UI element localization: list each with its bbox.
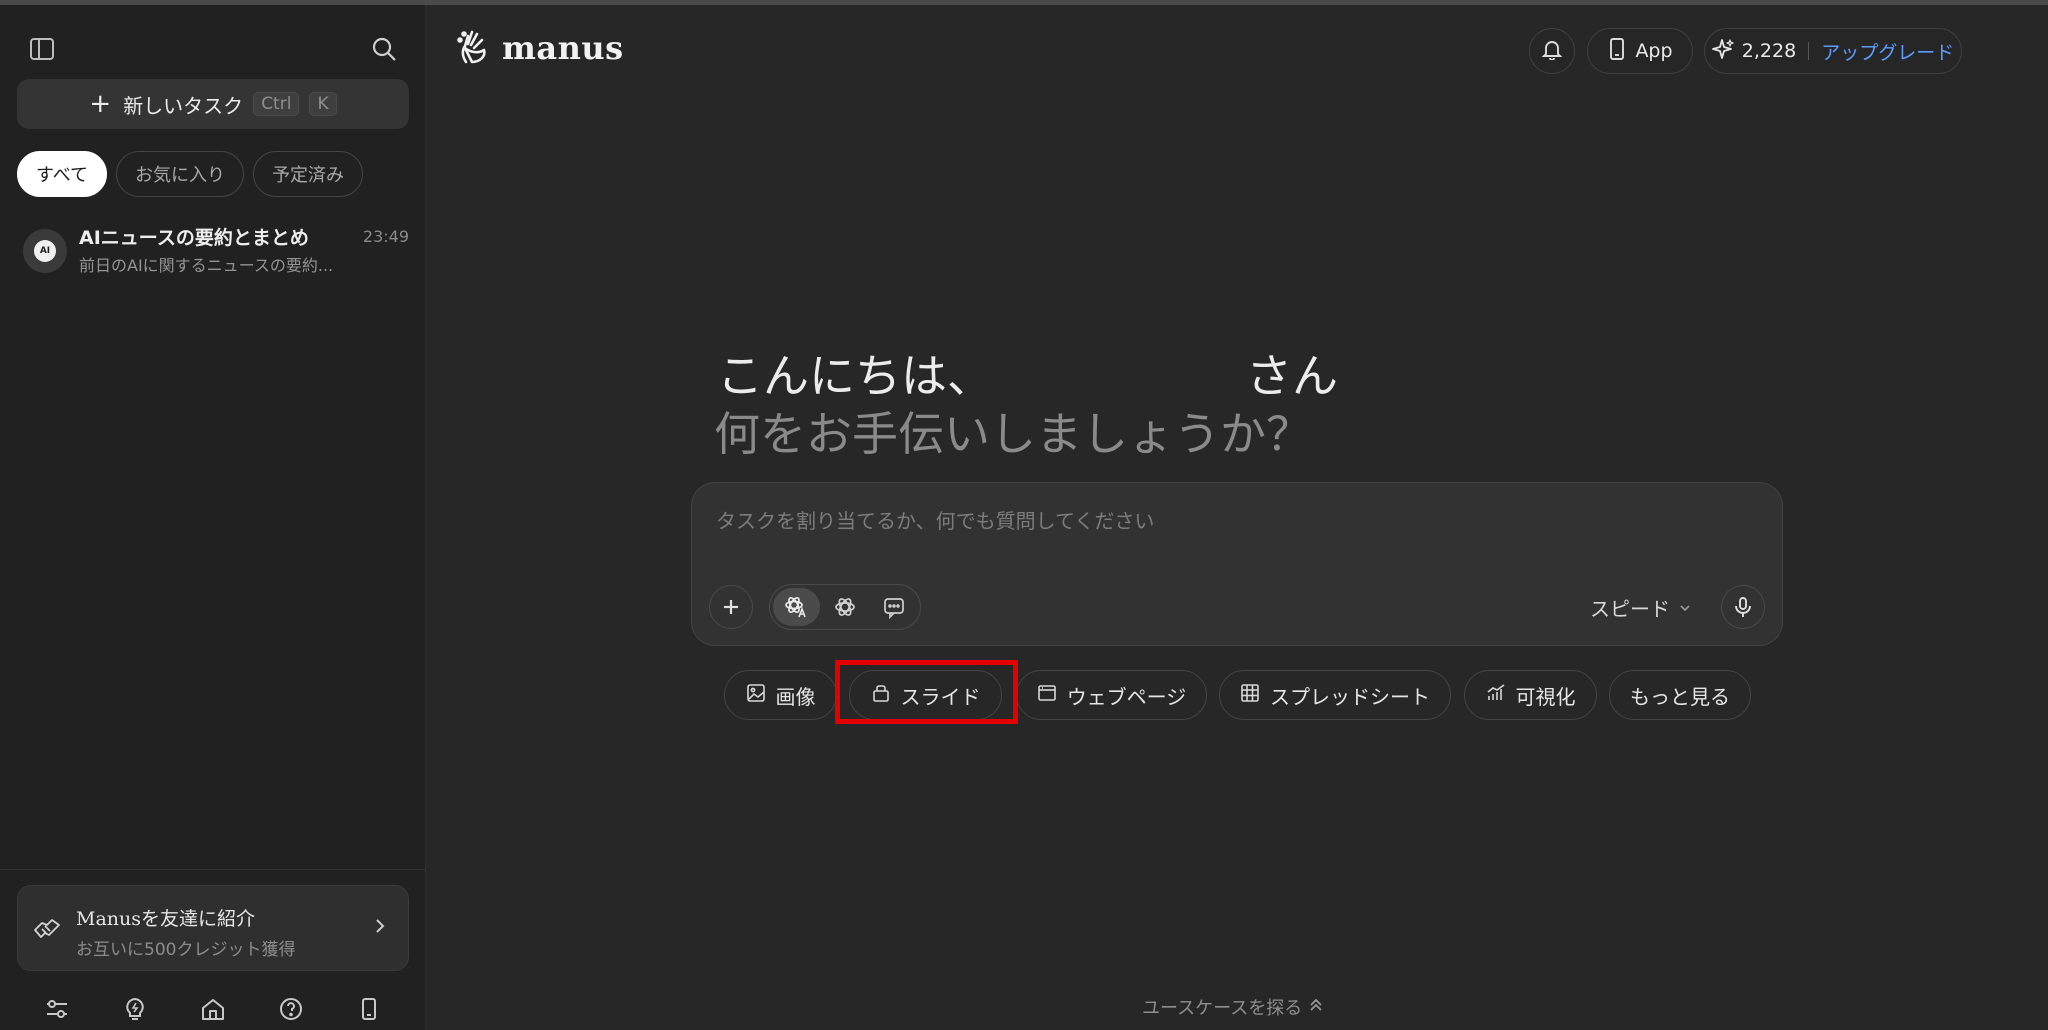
chip-spreadsheet[interactable]: スプレッドシート [1219,670,1451,720]
double-chevron-up-icon [1308,997,1324,1018]
manus-logo[interactable]: manus [456,26,624,70]
filter-tab-all[interactable]: すべて [17,151,108,197]
greeting-title: こんにちは、 さん [717,349,1338,403]
ai-icon: AI [34,240,56,262]
referral-card[interactable]: Manusを友達に紹介 お互いに500クレジット獲得 [17,885,409,971]
referral-subtitle: お互いに500クレジット獲得 [76,940,296,960]
handshake-icon [32,912,62,946]
bell-icon [1541,38,1563,65]
slides-icon [871,683,891,708]
help-icon[interactable] [271,989,311,1029]
chip-more[interactable]: もっと見る [1609,670,1751,720]
explore-label: ユースケースを探る [1142,998,1303,1019]
chip-label: ウェブページ [1066,684,1187,709]
speed-dropdown[interactable]: スピード [1590,593,1692,622]
shortcut-key-ctrl: Ctrl [253,92,300,116]
attach-button[interactable] [709,585,753,629]
settings-sliders-icon[interactable] [37,989,77,1029]
home-icon[interactable] [193,989,233,1029]
notifications-button[interactable] [1529,28,1575,74]
task-list-item[interactable]: AI AIニュースの要約とまとめ 23:49 前日のAIに関するニュースの要約.… [17,219,409,279]
explore-use-cases-link[interactable]: ユースケースを探る [1142,994,1324,1020]
manus-hand-icon [456,26,492,70]
agent-mode-icon[interactable] [773,588,820,626]
chart-icon [1486,683,1506,708]
chip-image[interactable]: 画像 [724,670,837,720]
speed-label: スピード [1590,597,1670,621]
plus-icon: + [89,89,112,119]
search-icon[interactable] [368,33,400,65]
chip-visualize[interactable]: 可視化 [1464,670,1597,720]
separator [1808,42,1810,60]
chip-label: もっと見る [1630,684,1730,709]
new-task-label: 新しいタスク [123,93,244,118]
browser-icon [1037,683,1057,708]
chip-label: 画像 [775,684,816,709]
filter-tab-scheduled[interactable]: 予定済み [253,151,364,197]
sparkle-icon [1711,38,1734,65]
mobile-icon[interactable] [349,989,389,1029]
task-preview: 前日のAIに関するニュースの要約... [79,256,334,275]
shortcut-key-k: K [309,92,337,116]
sidebar: + 新しいタスク Ctrl K すべて お気に入り 予定済み AI AIニュース… [0,5,426,1030]
sidebar-bottom-bar [0,989,426,1029]
credits-count: 2,228 [1741,40,1797,62]
image-icon [746,683,766,708]
chevron-down-icon [1678,596,1692,620]
task-input[interactable] [716,503,1756,539]
chip-label: 可視化 [1515,684,1576,709]
atom-icon[interactable] [822,588,869,626]
chip-label: スプレッドシート [1270,684,1430,709]
chip-slides[interactable]: スライド [849,670,1002,720]
voice-input-button[interactable] [1721,585,1765,629]
referral-title: Manusを友達に紹介 [76,908,256,930]
task-composer: スピード [691,482,1783,646]
task-title: AIニュースの要約とまとめ [79,227,309,249]
sidebar-divider [0,869,426,870]
chevron-right-icon [370,916,390,940]
task-time: 23:49 [362,227,409,246]
app-label: App [1635,40,1673,62]
lightbulb-icon[interactable] [115,989,155,1029]
chip-label: スライド [900,684,981,709]
chat-icon[interactable] [870,588,917,626]
phone-icon [1607,37,1627,65]
chip-webpage[interactable]: ウェブページ [1016,670,1207,720]
task-avatar: AI [23,229,67,273]
credits-upgrade-button[interactable]: 2,228 アップグレード [1704,28,1962,74]
task-filter-tabs: すべて お気に入り 予定済み [17,151,364,197]
logo-text: manus [502,29,624,67]
table-icon [1240,683,1260,708]
greeting-subtitle: 何をお手伝いしましょうか？ [714,407,1312,461]
sidebar-toggle-icon[interactable] [26,33,58,65]
upgrade-link[interactable]: アップグレード [1821,38,1954,65]
mode-selector [769,584,921,630]
new-task-button[interactable]: + 新しいタスク Ctrl K [17,79,409,129]
filter-tab-favorites[interactable]: お気に入り [116,151,245,197]
app-download-button[interactable]: App [1587,28,1693,74]
